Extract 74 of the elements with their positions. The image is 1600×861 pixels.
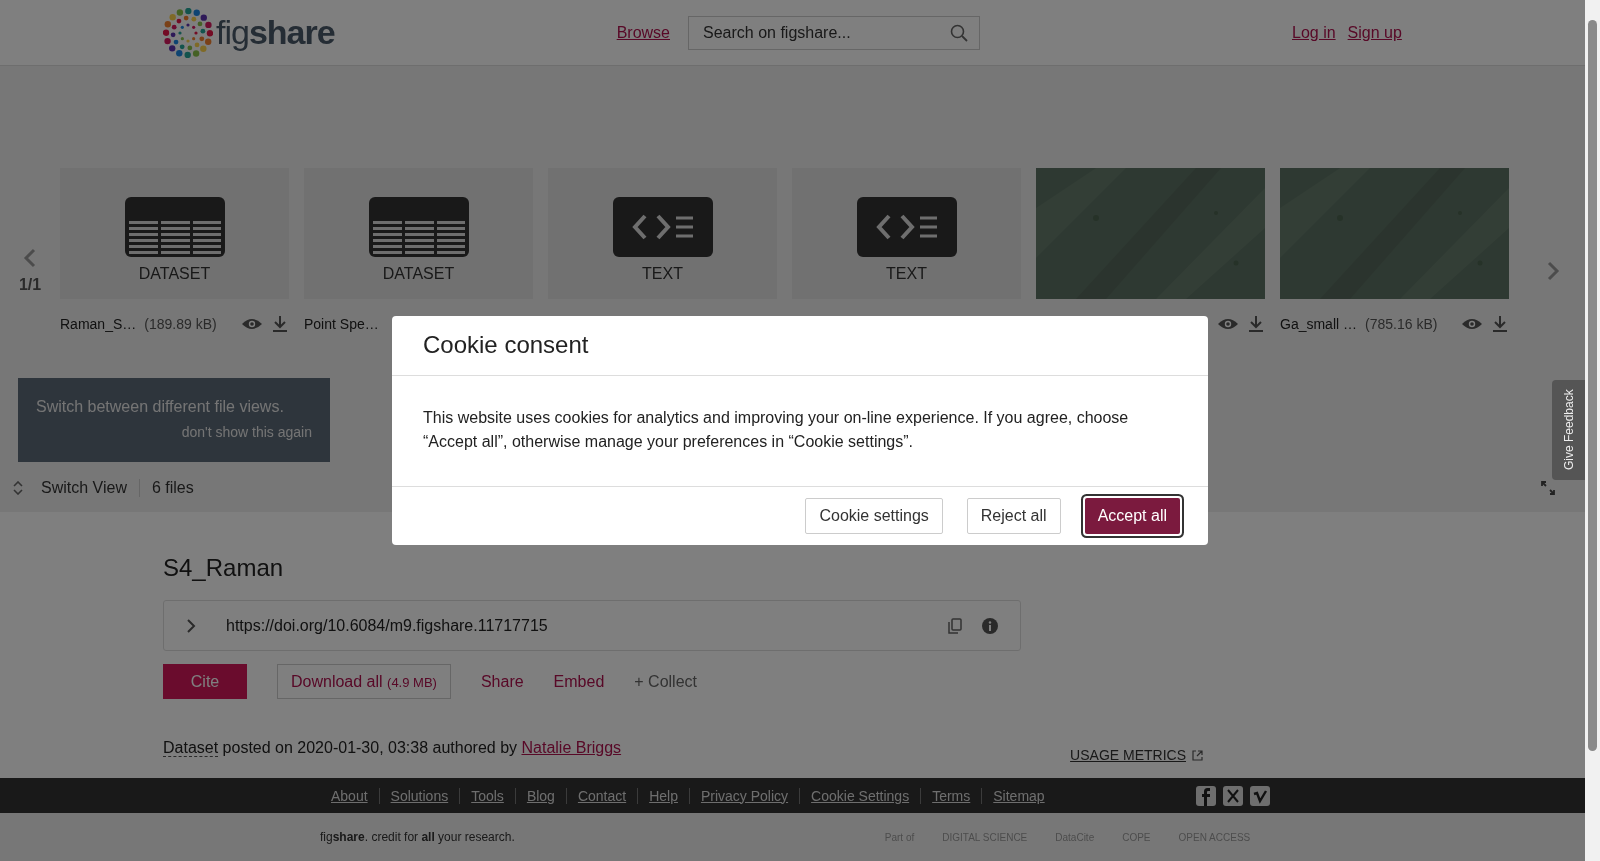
- vimeo-icon[interactable]: [1249, 785, 1270, 806]
- signup-link[interactable]: Sign up: [1347, 23, 1402, 42]
- file-size: (189.89 kB): [144, 316, 217, 332]
- chevron-left-icon[interactable]: [23, 248, 37, 268]
- doi-link[interactable]: https://doi.org/10.6084/m9.figshare.11717715: [226, 616, 548, 635]
- posted-info: Dataset posted on 2020-01-30, 03:38 authored by Natalie Briggs: [163, 739, 622, 757]
- file-name[interactable]: Ga_small …: [1280, 316, 1358, 332]
- file-preview[interactable]: DATASET: [60, 168, 289, 299]
- external-link-icon: [1192, 749, 1203, 761]
- chevron-right-icon[interactable]: [1546, 261, 1560, 281]
- file-preview[interactable]: DATASET: [304, 168, 533, 299]
- download-icon[interactable]: [1247, 315, 1265, 333]
- footer-link[interactable]: Tools: [459, 787, 515, 804]
- download-icon[interactable]: [1491, 315, 1509, 333]
- footer-link[interactable]: Privacy Policy: [688, 787, 800, 804]
- file-type-label: TEXT: [642, 264, 683, 283]
- dataset-link[interactable]: Dataset: [163, 739, 219, 757]
- feedback-tab[interactable]: Give Feedback: [1552, 380, 1585, 480]
- usage-metrics-link[interactable]: USAGE METRICS: [1070, 747, 1203, 763]
- page-indicator: 1/1: [18, 276, 42, 294]
- eye-icon[interactable]: [241, 317, 263, 331]
- info-icon[interactable]: [982, 617, 998, 634]
- footer-link[interactable]: Contact: [565, 787, 638, 804]
- tagline: figshare. credit for all your research.: [320, 830, 515, 844]
- cite-button[interactable]: Cite: [163, 664, 247, 699]
- footer-link[interactable]: Help: [637, 787, 689, 804]
- copy-icon[interactable]: [948, 617, 962, 634]
- file-count: 6 files: [151, 479, 194, 497]
- footer-link[interactable]: About: [320, 787, 379, 804]
- eye-icon[interactable]: [1217, 317, 1239, 331]
- search-icon[interactable]: [950, 23, 968, 42]
- file-preview[interactable]: TEXT: [548, 168, 777, 299]
- table-icon: [368, 196, 469, 257]
- switch-icon[interactable]: [12, 481, 24, 495]
- tooltip-text: Switch between different file views.: [36, 398, 285, 416]
- dialog-text: This website uses cookies for analytics and improving your on-line experience. If you agree, choose “Accept all”, otherwise manage your preferences in “Cookie settings”.: [392, 376, 1208, 487]
- eye-icon[interactable]: [1461, 317, 1483, 331]
- expand-icon[interactable]: [1541, 481, 1555, 495]
- footer-link[interactable]: Terms: [920, 787, 982, 804]
- item-title: S4_Raman: [163, 554, 285, 582]
- facebook-icon[interactable]: [1195, 785, 1216, 806]
- file-preview[interactable]: TEXT: [792, 168, 1021, 299]
- footer-link[interactable]: Sitemap: [981, 787, 1056, 804]
- code-icon: [856, 196, 957, 257]
- login-link[interactable]: Log in: [1292, 23, 1336, 42]
- x-icon[interactable]: [1222, 785, 1243, 806]
- collect-link[interactable]: + Collect: [634, 672, 697, 691]
- switch-view-button[interactable]: Switch View: [41, 479, 140, 497]
- download-all-button[interactable]: Download all (4.9 MB): [277, 664, 451, 699]
- footer-link[interactable]: Blog: [514, 787, 566, 804]
- download-icon[interactable]: [271, 315, 289, 333]
- dialog-button[interactable]: Reject all: [966, 498, 1061, 534]
- footer-link[interactable]: Cookie Settings: [799, 787, 921, 804]
- file-type-label: DATASET: [382, 264, 455, 283]
- search-field[interactable]: Search on figshare...: [688, 15, 980, 50]
- file-name[interactable]: Point Spe…: [304, 316, 379, 332]
- dismiss-link[interactable]: don't show this again: [181, 424, 312, 440]
- footer-link[interactable]: Solutions: [378, 787, 460, 804]
- table-icon: [124, 196, 225, 257]
- file-type-label: TEXT: [886, 264, 927, 283]
- embed-link[interactable]: Embed: [553, 672, 605, 691]
- file-size: (785.16 kB): [1365, 316, 1438, 332]
- figshare-logo[interactable]: figshare: [163, 7, 335, 58]
- scrollbar[interactable]: [1585, 0, 1600, 861]
- dialog-button[interactable]: Cookie settings: [805, 498, 943, 534]
- dialog-title: Cookie consent: [392, 316, 1208, 376]
- browse-link[interactable]: Browse: [616, 23, 670, 42]
- file-name[interactable]: Raman_S…: [60, 316, 137, 332]
- logo-icon: [163, 7, 213, 58]
- chevron-right-icon[interactable]: [186, 617, 196, 634]
- code-icon: [612, 196, 713, 257]
- share-link[interactable]: Share: [480, 672, 524, 691]
- author-link[interactable]: Natalie Briggs: [521, 739, 622, 756]
- file-type-label: DATASET: [138, 264, 211, 283]
